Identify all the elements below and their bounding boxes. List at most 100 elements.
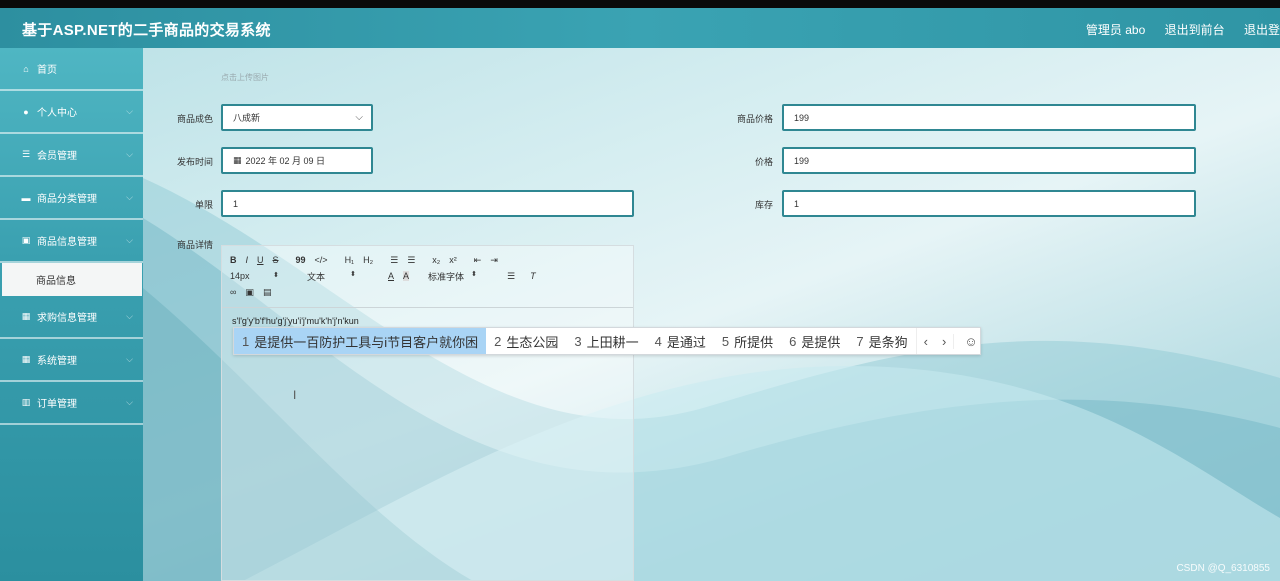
admin-user-link[interactable]: 管理员 abo [1086, 23, 1145, 37]
chevron-right-icon[interactable]: › [935, 334, 953, 349]
ime-candidate[interactable]: 1 是提供一百防护工具与i节目客户就你困 [234, 328, 487, 354]
chevron-down-icon: ⌵ [126, 235, 133, 245]
background-color-icon[interactable]: A [403, 271, 410, 281]
chevron-down-icon: ⌵ [126, 354, 133, 364]
ime-candidate[interactable]: 3 上田耕一 [566, 328, 646, 354]
publish-time-label: 发布时间 [176, 157, 213, 167]
h1-button[interactable]: H₁ [345, 255, 355, 265]
italic-button[interactable]: I [246, 255, 249, 265]
candidate-text: 上田耕一 [586, 334, 639, 350]
link-icon[interactable]: ∞ [230, 287, 236, 297]
sidebar-item-label: 商品信息管理 [37, 237, 97, 248]
underline-button[interactable]: U [257, 255, 264, 265]
ime-candidate[interactable]: 6 是提供 [781, 328, 848, 354]
candidate-number: 6 [789, 333, 797, 349]
chat-icon: ▬ [21, 192, 31, 203]
limit-field[interactable]: 1 [221, 190, 634, 217]
toolbar-row-style: 14px ⬍ 文本 ⬍ A A 标准字体 ⬍ ☰ T [230, 268, 625, 284]
text-type-select[interactable]: 文本 ⬍ [307, 270, 365, 283]
text-cursor-icon: I [293, 388, 297, 402]
upload-image-hint[interactable]: 点击上传图片 [221, 72, 269, 83]
video-icon[interactable]: ▤ [263, 287, 272, 298]
sidebar-item-orders[interactable]: ▥ 订单管理 ⌵ [0, 382, 143, 425]
ime-candidate[interactable]: 4 是通过 [647, 328, 714, 354]
candidate-number: 7 [856, 333, 864, 349]
bold-button[interactable]: B [230, 255, 237, 265]
font-size-value: 14px [230, 271, 250, 281]
price2-value: 199 [794, 155, 810, 166]
candidate-text: 是条狗 [868, 334, 908, 350]
align-icon[interactable]: ☰ [507, 271, 515, 282]
font-size-select[interactable]: 14px ⬍ [230, 271, 288, 281]
limit-value: 1 [233, 198, 239, 209]
watermark: CSDN @Q_6310855 [1176, 563, 1270, 574]
superscript-button[interactable]: x² [449, 255, 457, 265]
condition-label: 商品成色 [176, 114, 213, 124]
clear-format-icon[interactable]: T [530, 271, 536, 281]
stock-field[interactable]: 1 [782, 190, 1196, 217]
code-button[interactable]: </> [315, 255, 328, 265]
price-field[interactable]: 199 [782, 104, 1196, 131]
logout-link[interactable]: 退出登 [1244, 23, 1280, 37]
sidebar-subitem-product-info[interactable]: 商品信息 [2, 263, 142, 296]
sidebar-item-label: 系统管理 [37, 356, 77, 367]
outdent-button[interactable]: ⇤ [474, 255, 482, 266]
image-icon[interactable]: ▣ [245, 287, 254, 298]
price-value: 199 [794, 112, 810, 123]
sidebar-item-home[interactable]: ⌂ 首页 [0, 48, 143, 91]
header-nav: 管理员 abo 退出到前台 退出登 [1086, 21, 1280, 38]
editor-toolbar: B I U S 99 </> H₁ H₂ ☰ ☰ x₂ x² ⇤ ⇥ 14px … [222, 246, 633, 308]
condition-select[interactable]: 八成新 ⌵ [221, 104, 373, 131]
subscript-button[interactable]: x₂ [432, 255, 440, 265]
emoji-icon[interactable]: ☺ [953, 333, 984, 349]
sidebar-item-wanted[interactable]: ▦ 求购信息管理 ⌵ [0, 296, 143, 339]
sidebar-item-categories[interactable]: ▬ 商品分类管理 ⌵ [0, 177, 143, 220]
strike-button[interactable]: S [273, 255, 279, 265]
sidebar-item-label: 首页 [37, 65, 57, 76]
chevron-down-icon: ⌵ [126, 149, 133, 159]
ime-candidate[interactable]: 5 所提供 [714, 328, 781, 354]
chevron-left-icon[interactable]: ‹ [917, 334, 935, 349]
detail-label: 商品详情 [176, 240, 213, 250]
chevron-down-icon: ⌵ [126, 311, 133, 321]
sidebar-item-personal[interactable]: ● 个人中心 ⌵ [0, 91, 143, 134]
indent-button[interactable]: ⇥ [490, 255, 498, 266]
ime-candidate[interactable]: 7 是条狗 [848, 328, 915, 354]
stock-label: 库存 [754, 200, 773, 210]
updown-icon: ⬍ [350, 270, 356, 278]
sidebar-item-products[interactable]: ▣ 商品信息管理 ⌵ [0, 220, 143, 263]
candidate-text: 是提供一百防护工具与i节目客户就你困 [254, 334, 479, 350]
rich-text-editor[interactable]: B I U S 99 </> H₁ H₂ ☰ ☰ x₂ x² ⇤ ⇥ 14px … [221, 245, 634, 581]
sidebar-item-system[interactable]: ▦ 系统管理 ⌵ [0, 339, 143, 382]
price2-field[interactable]: 199 [782, 147, 1196, 174]
candidate-number: 1 [242, 333, 250, 349]
chevron-down-icon: ⌵ [126, 106, 133, 116]
grid-icon: ▦ [21, 354, 31, 364]
back-to-front-link[interactable]: 退出到前台 [1165, 23, 1225, 37]
candidate-text: 所提供 [734, 334, 774, 350]
chevron-down-icon: ⌵ [126, 192, 133, 202]
bar-chart-icon: ▥ [21, 397, 31, 407]
app-title: 基于ASP.NET的二手商品的交易系统 [22, 22, 271, 39]
h2-button[interactable]: H₂ [363, 255, 373, 265]
condition-value: 八成新 [233, 113, 261, 123]
sidebar-item-label: 个人中心 [37, 108, 77, 119]
chevron-down-icon: ⌵ [355, 112, 363, 123]
top-strip [0, 0, 1280, 8]
font-family-value: 标准字体 [428, 271, 465, 282]
bullet-list-button[interactable]: ☰ [407, 255, 415, 266]
font-family-select[interactable]: 标准字体 ⬍ [428, 270, 486, 283]
publish-date-field[interactable]: ▦ 2022 年 02 月 09 日 [221, 147, 373, 174]
calendar-icon: ▦ [233, 155, 242, 165]
blockquote-button[interactable]: 99 [296, 255, 306, 265]
ordered-list-button[interactable]: ☰ [390, 255, 398, 266]
ime-candidate[interactable]: 2 生态公园 [486, 328, 566, 354]
font-color-icon[interactable]: A [388, 271, 394, 281]
updown-icon: ⬍ [471, 270, 478, 278]
sidebar-item-members[interactable]: ☰ 会员管理 ⌵ [0, 134, 143, 177]
chevron-down-icon: ⌵ [126, 397, 133, 407]
sidebar-item-label: 订单管理 [37, 399, 77, 410]
ime-nav: ‹ › ☺ [915, 328, 985, 354]
sidebar-item-label: 会员管理 [37, 151, 77, 162]
candidate-number: 2 [494, 333, 502, 349]
